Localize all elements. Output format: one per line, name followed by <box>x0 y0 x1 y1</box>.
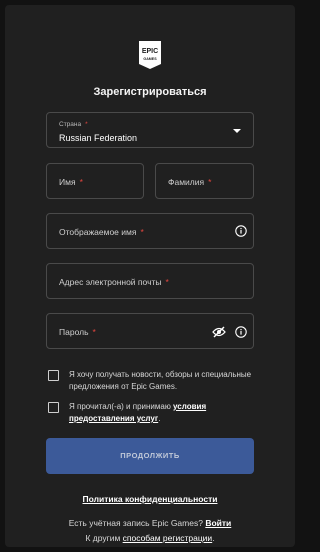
page-title: Зарегистрироваться <box>93 86 207 98</box>
password-label: Пароль <box>59 327 89 337</box>
privacy-policy-link[interactable]: Политика конфиденциальности <box>83 494 218 504</box>
country-select[interactable]: Страна * Russian Federation <box>46 112 254 148</box>
svg-text:EPIC: EPIC <box>142 48 158 55</box>
other-signup-methods-link[interactable]: способам регистрации <box>123 533 213 543</box>
country-label: Страна * <box>59 121 88 128</box>
terms-checkbox-label: Я прочитал(-а) и принимаю условия предос… <box>69 402 207 423</box>
display-name-field[interactable]: Отображаемое имя * <box>46 213 254 249</box>
eye-hidden-icon[interactable] <box>212 326 226 338</box>
other-methods-prefix: К другим <box>85 533 123 543</box>
info-icon[interactable] <box>235 225 247 237</box>
news-checkbox-label: Я хочу получать новости, обзоры и специа… <box>69 370 252 391</box>
display-name-label: Отображаемое имя <box>59 227 137 237</box>
email-field[interactable]: Адрес электронной почты * <box>46 263 254 299</box>
country-value: Russian Federation <box>59 133 138 143</box>
news-checkbox[interactable] <box>48 370 59 381</box>
have-account-text: Есть учётная запись Epic Games? <box>68 518 206 528</box>
first-name-label: Имя <box>59 177 76 187</box>
chevron-down-icon <box>233 129 241 133</box>
first-name-field[interactable]: Имя * <box>46 163 144 199</box>
password-field[interactable]: Пароль * <box>46 313 254 349</box>
info-icon[interactable] <box>235 326 247 338</box>
last-name-label: Фамилия <box>168 177 205 187</box>
login-link[interactable]: Войти <box>205 518 231 528</box>
epic-games-logo: EPIC GAMES <box>139 41 161 69</box>
terms-checkbox[interactable] <box>48 402 59 413</box>
last-name-field[interactable]: Фамилия * <box>155 163 254 199</box>
email-label: Адрес электронной почты <box>59 277 162 287</box>
svg-text:GAMES: GAMES <box>143 57 157 61</box>
continue-button[interactable]: ПРОДОЛЖИТЬ <box>46 438 254 474</box>
